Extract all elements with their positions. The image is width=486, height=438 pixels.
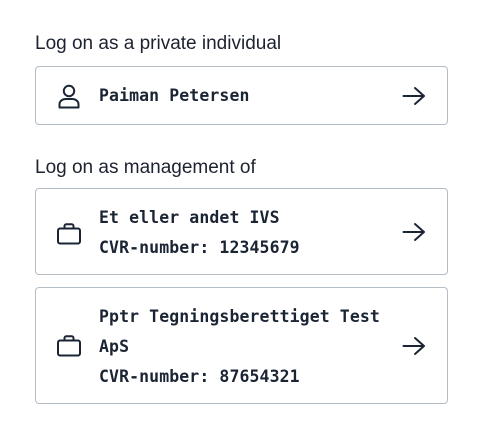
briefcase-icon (57, 223, 81, 245)
company-name-line-1: Pptr Tegningsberettiget Test (99, 307, 380, 326)
cvr-number: CVR-number: 12345679 (99, 238, 300, 257)
company-login-option[interactable]: Pptr Tegningsberettiget Test ApS CVR-num… (35, 287, 448, 404)
company-name: Et eller andet IVS (99, 208, 280, 227)
person-icon (58, 84, 80, 109)
arrow-right-icon (402, 87, 425, 105)
management-section-heading: Log on as management of (35, 157, 256, 178)
private-login-option[interactable]: Paiman Petersen (35, 66, 448, 125)
company-login-text: Pptr Tegningsberettiget Test ApS CVR-num… (99, 302, 387, 392)
private-login-text: Paiman Petersen (99, 81, 387, 111)
company-login-option[interactable]: Et eller andet IVS CVR-number: 12345679 (35, 188, 448, 275)
briefcase-icon (57, 335, 81, 357)
private-section-heading: Log on as a private individual (35, 33, 282, 54)
cvr-number: CVR-number: 87654321 (99, 367, 300, 386)
person-name: Paiman Petersen (99, 86, 250, 105)
company-login-text: Et eller andet IVS CVR-number: 12345679 (99, 203, 387, 263)
arrow-right-icon (402, 337, 425, 355)
arrow-right-icon (402, 223, 425, 241)
company-name-line-2: ApS (99, 337, 130, 356)
